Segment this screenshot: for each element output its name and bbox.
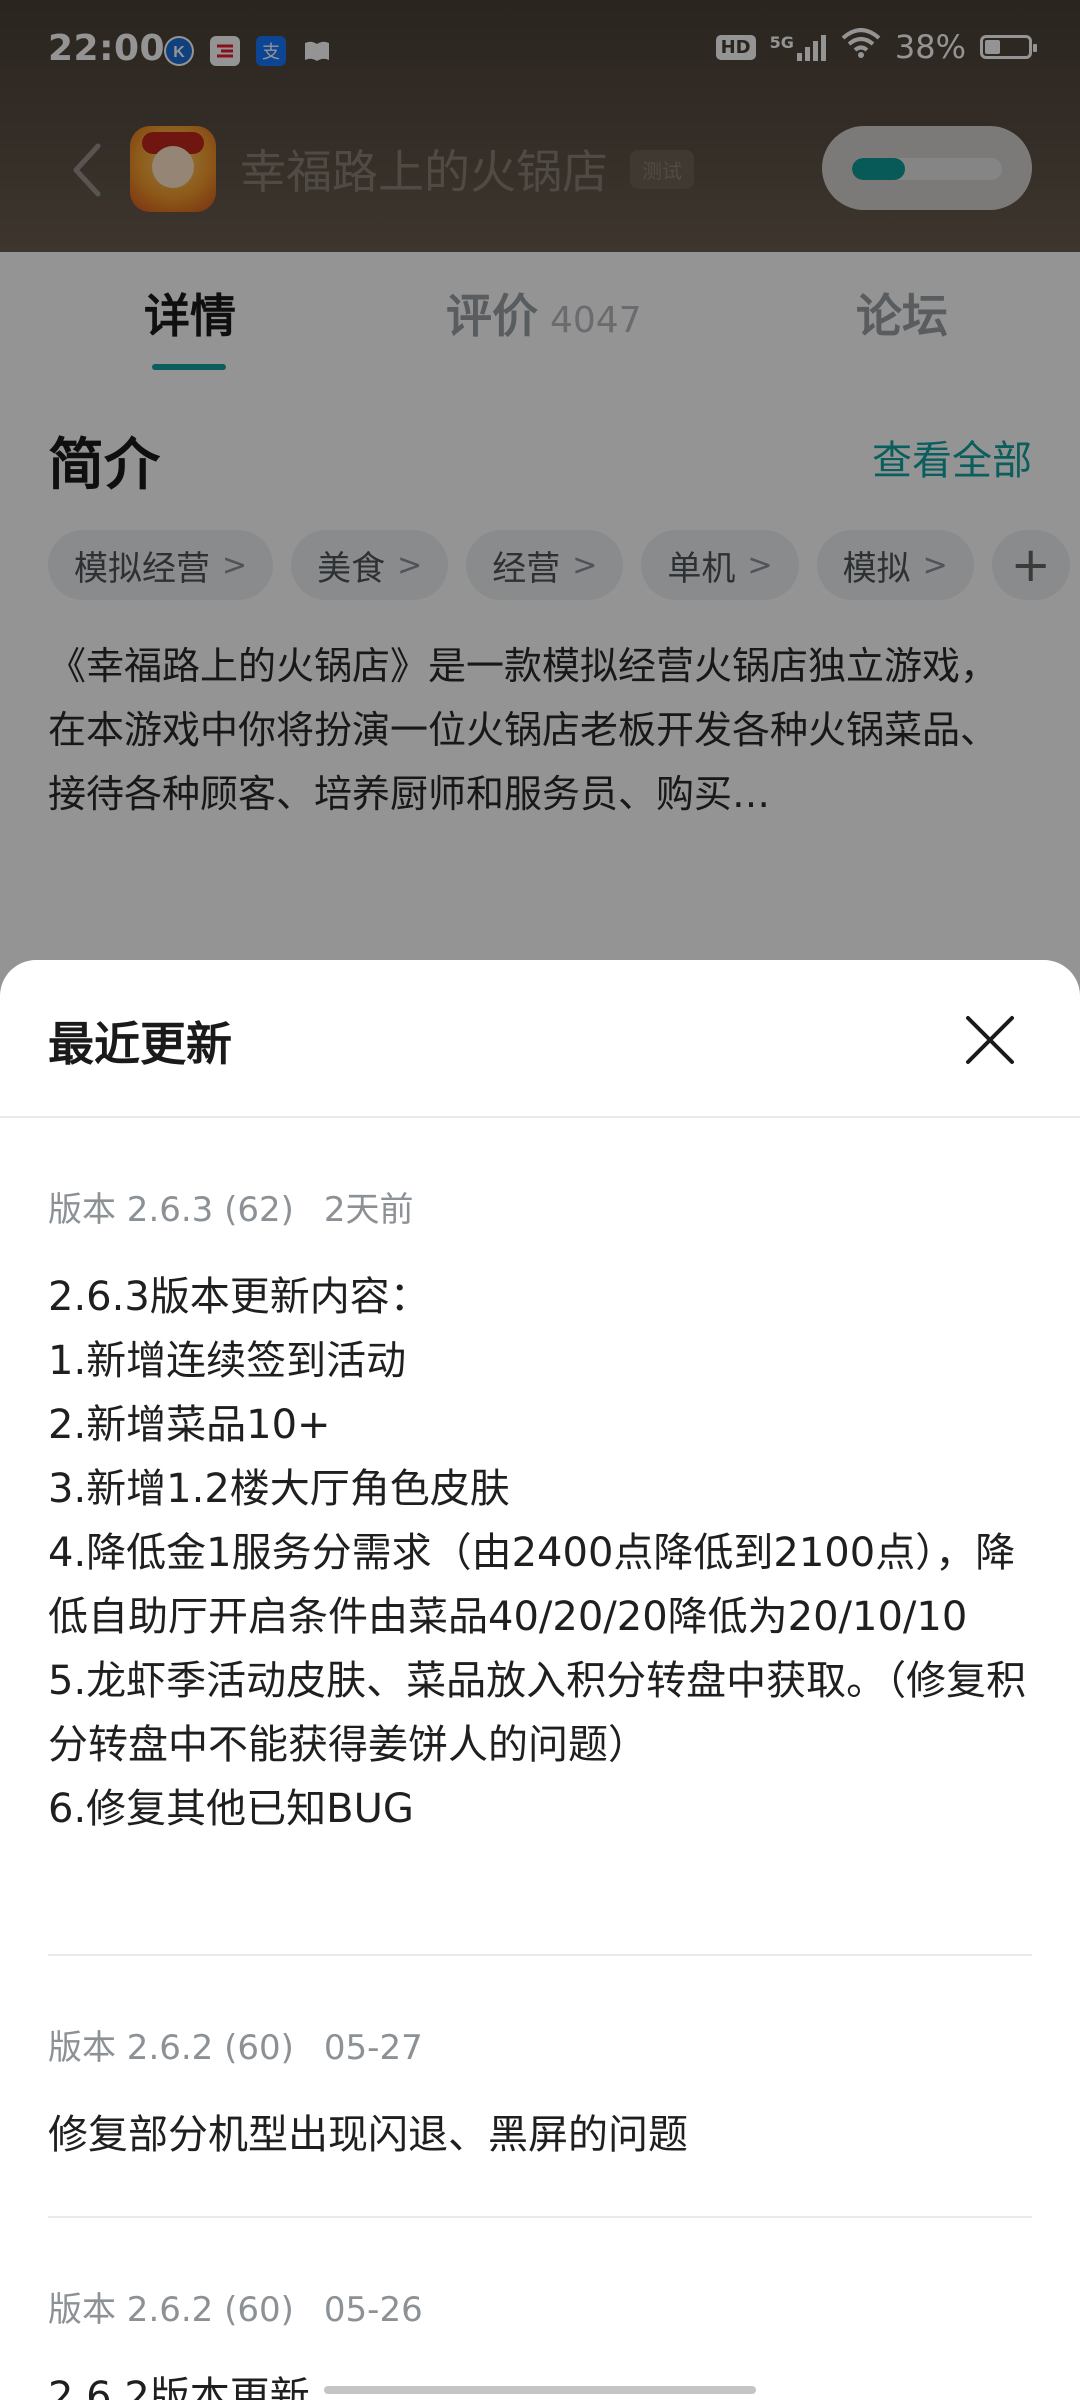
- sheet-header: 最近更新: [0, 960, 1080, 1118]
- update-content: 2.6.2版本更新: [48, 2374, 310, 2400]
- recent-updates-sheet: 最近更新 版本 2.6.3 (62) 2天前 2.6.3版本更新内容： 1.新增连…: [0, 960, 1080, 2400]
- update-version: 版本 2.6.3 (62): [48, 1190, 294, 1230]
- update-version: 版本 2.6.2 (60): [48, 2290, 294, 2330]
- divider: [48, 2216, 1032, 2218]
- update-version: 版本 2.6.2 (60): [48, 2028, 294, 2068]
- update-date: 2天前: [323, 1190, 414, 1230]
- update-entry: 版本 2.6.2 (60) 05-27 修复部分机型出现闪退、黑屏的问题: [48, 2020, 1032, 2167]
- update-meta: 版本 2.6.2 (60) 05-26: [48, 2282, 1032, 2331]
- update-date: 05-26: [323, 2290, 423, 2330]
- sheet-title: 最近更新: [48, 1017, 232, 1071]
- update-entry: 版本 2.6.3 (62) 2天前 2.6.3版本更新内容： 1.新增连续签到活动…: [48, 1182, 1032, 1841]
- close-icon: [966, 1016, 1014, 1064]
- update-entry: 版本 2.6.2 (60) 05-26 2.6.2版本更新: [48, 2282, 1032, 2400]
- update-meta: 版本 2.6.2 (60) 05-27: [48, 2020, 1032, 2069]
- home-indicator[interactable]: [324, 2386, 756, 2394]
- update-content: 修复部分机型出现闪退、黑屏的问题: [48, 2112, 688, 2158]
- divider: [48, 1954, 1032, 1956]
- update-date: 05-27: [323, 2028, 423, 2068]
- update-meta: 版本 2.6.3 (62) 2天前: [48, 1182, 1032, 1231]
- close-button[interactable]: [960, 1010, 1020, 1070]
- update-content: 2.6.3版本更新内容： 1.新增连续签到活动 2.新增菜品10+ 3.新增1.…: [48, 1274, 1027, 1832]
